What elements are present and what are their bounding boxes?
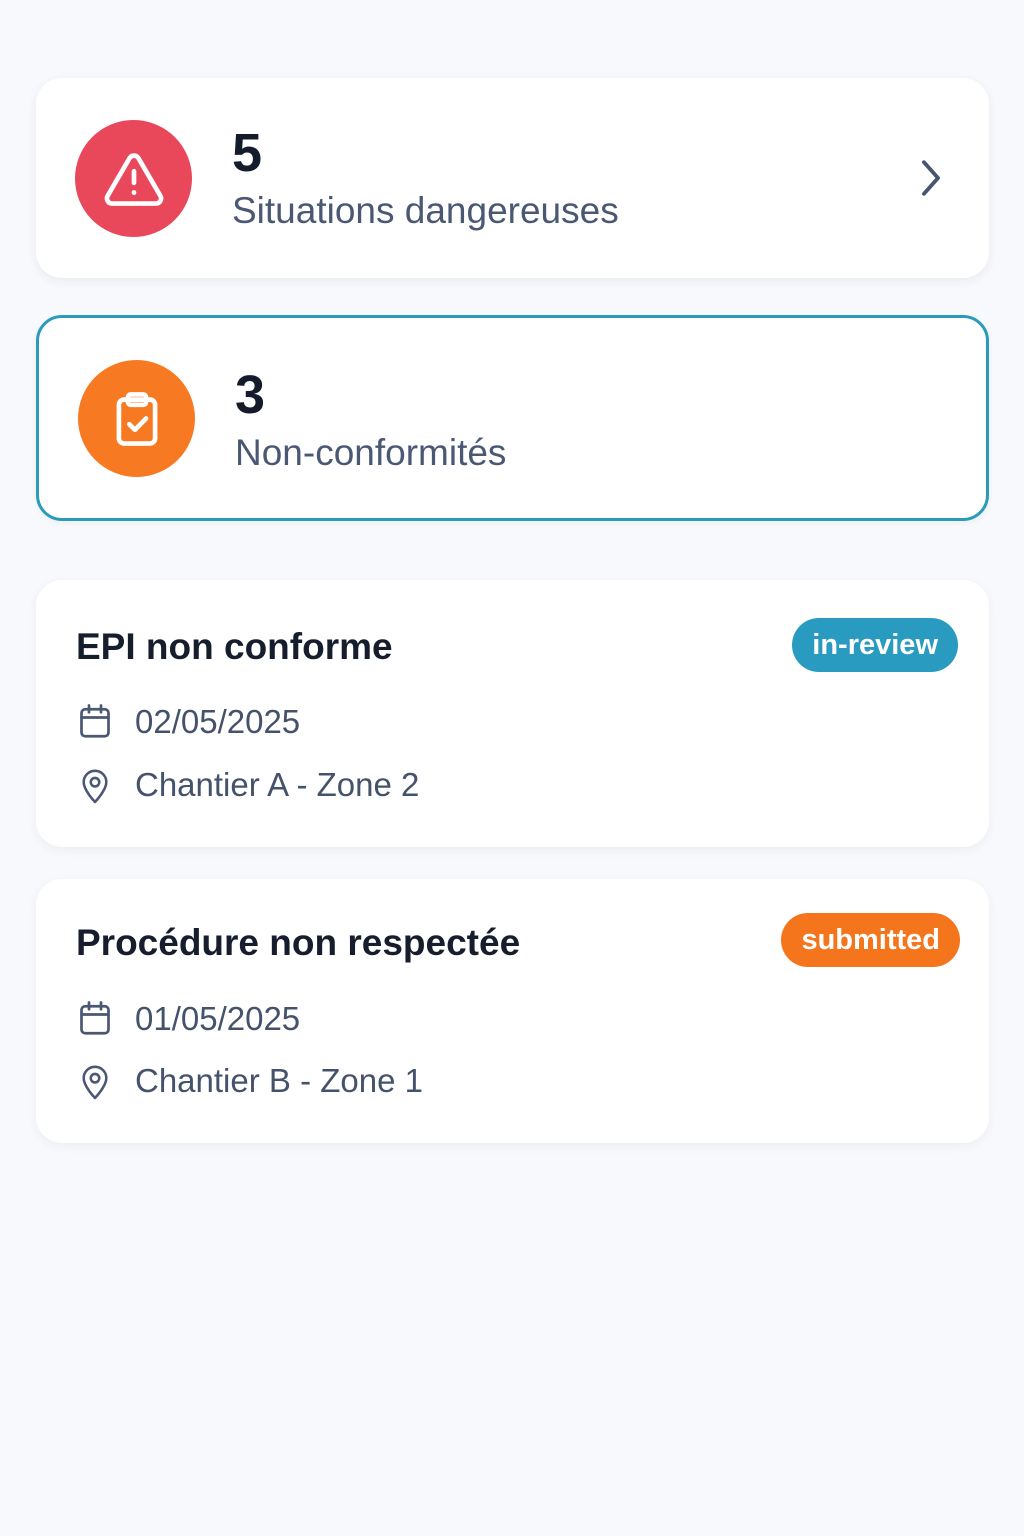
location-pin-icon <box>76 1059 114 1103</box>
stat-text: 5 Situations dangereuses <box>232 122 619 234</box>
dangerous-situations-label: Situations dangereuses <box>232 190 619 231</box>
clipboard-icon-circle <box>78 360 195 477</box>
stat-text: 3 Non-conformités <box>235 364 506 476</box>
report-date-row: 02/05/2025 <box>76 700 300 744</box>
report-location: Chantier A - Zone 2 <box>135 766 420 803</box>
report-date: 01/05/2025 <box>135 1000 301 1037</box>
non-conformities-card[interactable]: 3 Non-conformités <box>36 315 989 521</box>
report-title: EPI non conforme <box>76 626 393 667</box>
status-badge: submitted <box>781 913 960 967</box>
dangerous-situations-count: 5 <box>232 123 263 183</box>
warning-icon-circle <box>75 120 192 237</box>
location-pin-icon <box>76 763 114 807</box>
report-card[interactable]: Procédure non respectée submitted 01/05/… <box>36 879 989 1143</box>
report-location: Chantier B - Zone 1 <box>135 1062 423 1099</box>
report-date-row: 01/05/2025 <box>76 997 300 1041</box>
calendar-icon <box>76 700 114 744</box>
report-location-row: Chantier A - Zone 2 <box>76 763 419 807</box>
report-card[interactable]: EPI non conforme in-review 02/05/2025 Ch… <box>36 580 989 847</box>
chevron-right-icon[interactable] <box>913 154 949 202</box>
report-date: 02/05/2025 <box>135 703 301 740</box>
status-badge: in-review <box>792 618 958 672</box>
dangerous-situations-card[interactable]: 5 Situations dangereuses <box>36 78 989 278</box>
calendar-icon <box>76 997 114 1041</box>
warning-triangle-icon <box>104 152 163 206</box>
report-title: Procédure non respectée <box>76 922 521 963</box>
non-conformities-count: 3 <box>235 365 266 425</box>
report-location-row: Chantier B - Zone 1 <box>76 1059 423 1103</box>
clipboard-check-icon <box>116 391 157 446</box>
non-conformities-label: Non-conformités <box>235 432 507 473</box>
